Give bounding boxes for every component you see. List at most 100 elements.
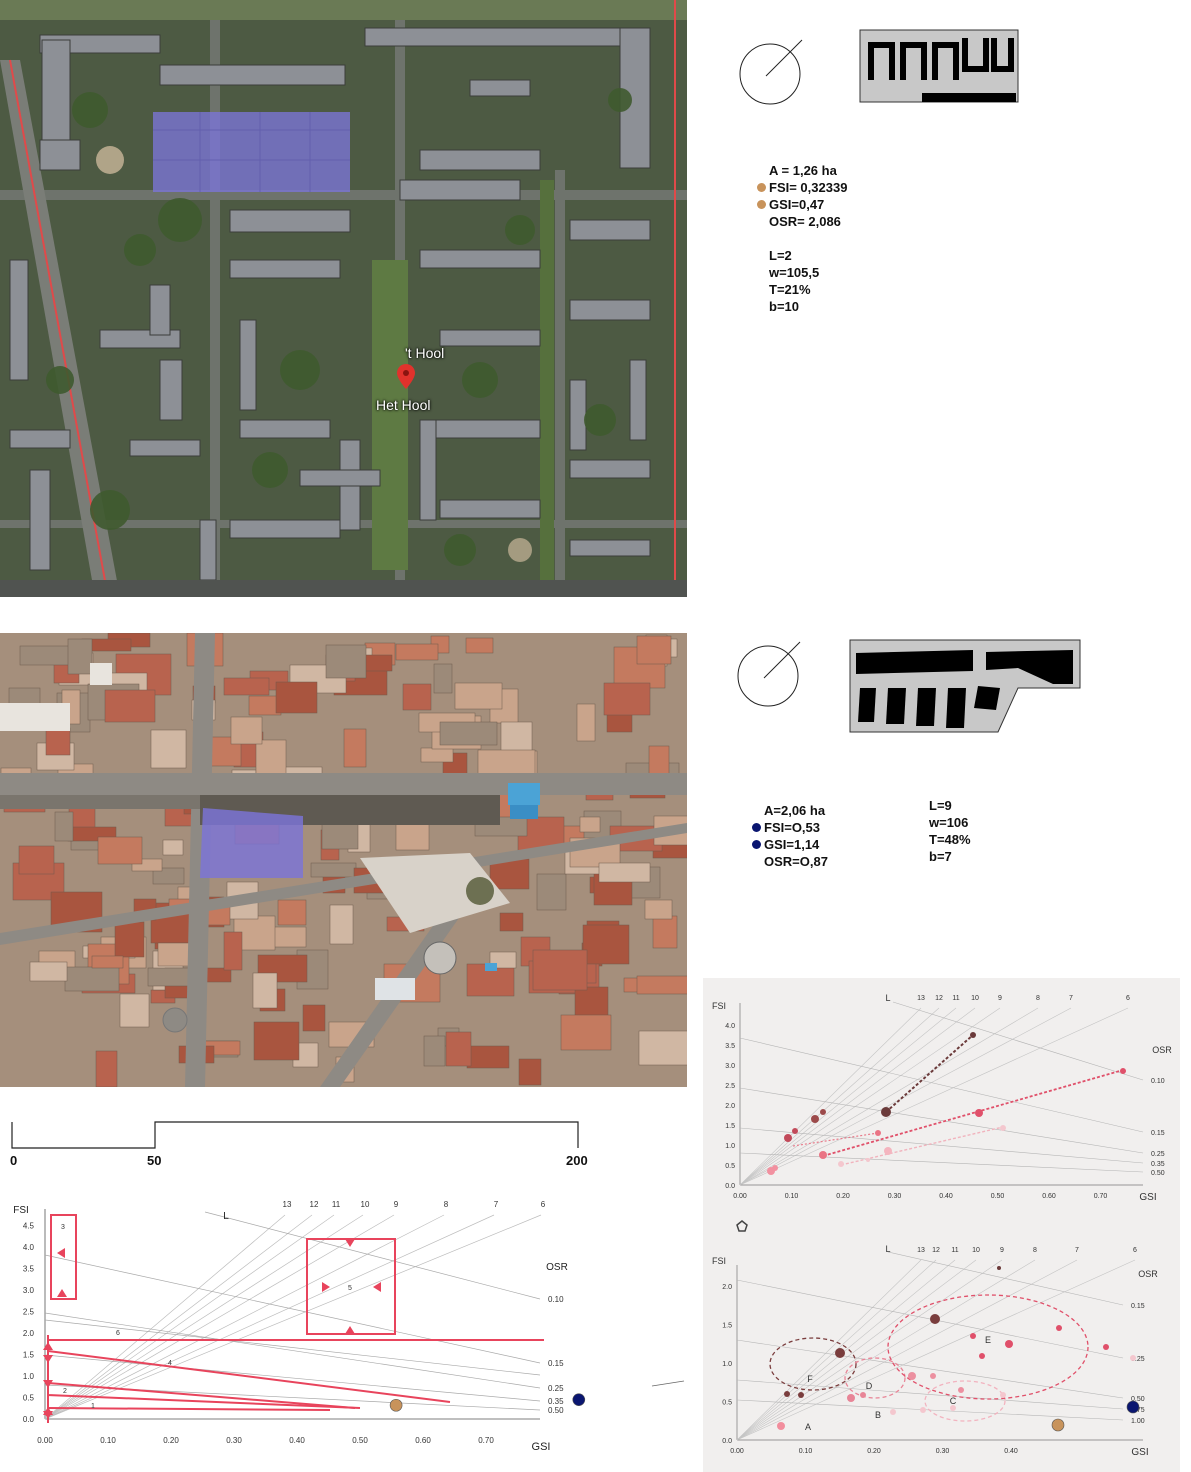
osr-value-label: 0.35 <box>548 1397 564 1406</box>
l-line <box>739 1007 940 1186</box>
osr-axis-label: OSR <box>546 1262 568 1273</box>
cluster-label-a: A <box>805 1422 811 1432</box>
l-value-label: 6 <box>541 1200 546 1209</box>
l-line <box>44 1214 364 1420</box>
site1-plan-diagram <box>859 29 1019 103</box>
stat-row: L=2 <box>757 247 847 264</box>
y-tick-label: 2.5 <box>725 1083 735 1090</box>
data-point <box>784 1391 790 1397</box>
stat-value: A=2,06 ha <box>764 803 826 818</box>
y-axis-label: FSI <box>712 1256 726 1266</box>
stat-row: w=106 <box>929 814 971 831</box>
stat-row: OSR= 2,086 <box>757 213 847 230</box>
stat-value: OSR= 2,086 <box>769 214 841 229</box>
series-marker-icon <box>757 200 766 209</box>
roof-block <box>91 955 124 969</box>
y-tick-label: 3.0 <box>23 1286 35 1295</box>
stat-row: OSR=O,87 <box>752 853 828 870</box>
osr-value-label: 0.10 <box>548 1295 564 1304</box>
osr-value-label: 0.15 <box>1151 1130 1165 1137</box>
l-value-label: 11 <box>951 1247 958 1254</box>
x-tick-label: 0.60 <box>1042 1193 1056 1200</box>
data-point <box>866 1158 870 1162</box>
x-tick-label: 0.20 <box>836 1193 850 1200</box>
l-line <box>736 1259 1136 1441</box>
roof-block <box>162 839 184 856</box>
y-tick-label: 2.0 <box>23 1329 35 1338</box>
scale-label-0: 0 <box>10 1153 18 1168</box>
roof-block <box>560 1014 612 1051</box>
x-tick-label: 0.10 <box>799 1448 813 1455</box>
l-axis-label: L <box>885 993 890 1003</box>
x-tick-label: 0.30 <box>888 1193 902 1200</box>
data-point <box>835 1348 845 1358</box>
data-point <box>1000 1392 1006 1398</box>
y-tick-label: 1.0 <box>722 1361 732 1368</box>
l-value-label: 12 <box>932 1247 940 1254</box>
data-point <box>860 1392 866 1398</box>
cluster-ellipse <box>887 1294 1089 1400</box>
stat-row: FSI= 0,32339 <box>757 179 847 196</box>
roof-block <box>420 747 454 763</box>
l-line <box>739 1007 1039 1186</box>
data-point <box>881 1107 891 1117</box>
data-point <box>798 1392 804 1398</box>
data-point <box>389 1398 403 1412</box>
compass-north-icon-2 <box>737 641 801 707</box>
y-tick-label: 0.0 <box>23 1415 35 1424</box>
data-point <box>930 1373 936 1379</box>
roof-block <box>54 811 74 842</box>
l-line <box>44 1214 335 1420</box>
roof-block <box>97 836 143 865</box>
data-point <box>884 1147 892 1155</box>
stat-value: FSI= 0,32339 <box>769 180 848 195</box>
roof-block <box>499 912 524 932</box>
roof-block <box>114 921 145 958</box>
stat-value: T=21% <box>769 282 811 297</box>
roof-block <box>252 972 278 1009</box>
y-tick-label: 3.5 <box>725 1043 735 1050</box>
roof-block <box>329 904 354 945</box>
roof-block <box>465 637 494 654</box>
arrow-icon <box>322 1282 330 1292</box>
y-tick-label: 0.0 <box>722 1438 732 1445</box>
l-line <box>44 1214 286 1420</box>
small-pentagon-icon <box>736 1220 748 1232</box>
roof-block <box>29 961 68 982</box>
y-tick-label: 3.5 <box>23 1265 35 1274</box>
stat-value: GSI=1,14 <box>764 837 820 852</box>
osr-axis-label: OSR <box>1138 1269 1158 1279</box>
roof-block <box>277 899 307 926</box>
data-point <box>1103 1344 1109 1350</box>
data-point <box>979 1353 985 1359</box>
cluster-label-e: E <box>985 1335 991 1345</box>
data-point <box>1056 1325 1062 1331</box>
cluster-label-d: D <box>866 1381 873 1391</box>
data-point <box>784 1134 792 1142</box>
roof-block <box>230 716 263 745</box>
roof-block <box>395 821 430 851</box>
roof-block <box>223 677 270 696</box>
osr-value-label: 1.00 <box>1131 1418 1145 1425</box>
osr-value-label: 0.15 <box>548 1359 564 1368</box>
data-point <box>811 1115 819 1123</box>
roof-block <box>638 1030 687 1066</box>
stat-row: FSI=O,53 <box>752 819 828 836</box>
data-point <box>958 1387 964 1393</box>
l-value-label: 11 <box>332 1200 341 1209</box>
stat-row: b=10 <box>757 298 847 315</box>
data-point <box>820 1109 826 1115</box>
data-point <box>1120 1068 1126 1074</box>
x-tick-label: 0.50 <box>352 1436 368 1445</box>
osr-line <box>44 1354 541 1402</box>
data-point <box>970 1032 976 1038</box>
data-point <box>1005 1340 1013 1348</box>
roof-block <box>45 727 71 756</box>
aerial-site2-svg <box>0 633 687 1087</box>
data-point <box>838 1161 844 1167</box>
stat-row: b=7 <box>929 848 971 865</box>
roof-block <box>439 721 498 746</box>
roof-block <box>95 1050 118 1087</box>
l-value-label: 9 <box>394 1200 399 1209</box>
osr-line <box>892 1001 1144 1081</box>
